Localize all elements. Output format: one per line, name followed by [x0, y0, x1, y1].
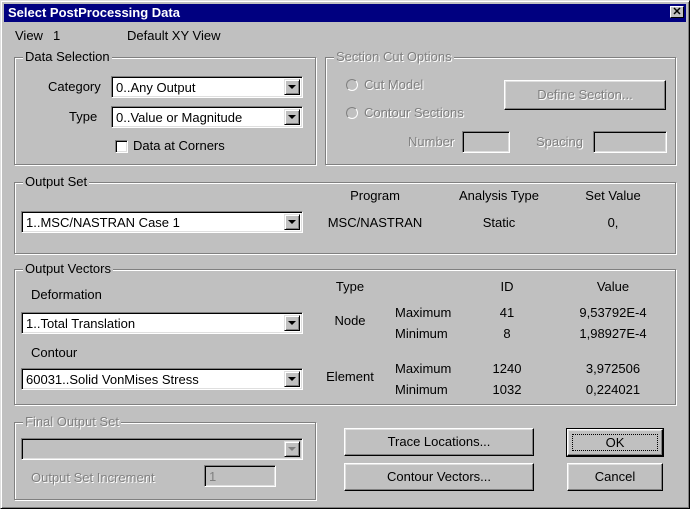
contour-vectors-button[interactable]: Contour Vectors...	[344, 463, 534, 491]
row-id: 1032	[492, 382, 522, 397]
window-title: Select PostProcessing Data	[8, 5, 180, 20]
define-section-button[interactable]: Define Section...	[504, 80, 666, 110]
analysis-type-value: Static	[482, 215, 516, 230]
contour-sections-label[interactable]: Contour Sections	[364, 105, 464, 120]
output-vectors-group: Output Vectors Deformation 1..Total Tran…	[14, 261, 676, 405]
final-output-set-label: Final Output Set	[23, 414, 121, 430]
id-header: ID	[500, 279, 514, 294]
chevron-down-icon[interactable]	[284, 441, 300, 457]
row-value: 3,972506	[585, 361, 641, 376]
output-set-value: 1..MSC/NASTRAN Case 1	[26, 215, 180, 230]
cut-model-label[interactable]: Cut Model	[364, 77, 423, 92]
output-set-increment-label: Output Set Increment	[31, 470, 155, 485]
row-id: 41	[499, 305, 515, 320]
data-selection-label: Data Selection	[23, 49, 112, 65]
category-value: 0..Any Output	[116, 80, 196, 95]
cancel-button[interactable]: Cancel	[567, 463, 663, 491]
category-label: Category	[48, 79, 101, 94]
spacing-field[interactable]	[593, 131, 667, 153]
trace-locations-button[interactable]: Trace Locations...	[344, 428, 534, 456]
final-output-set-select[interactable]	[21, 438, 303, 460]
chevron-down-icon[interactable]	[284, 371, 300, 387]
dialog-window: Select PostProcessing Data ✕ View 1 Defa…	[0, 0, 690, 509]
contour-label: Contour	[31, 345, 78, 360]
output-set-increment-field[interactable]: 1	[204, 465, 276, 487]
output-set-label: Output Set	[23, 174, 90, 190]
element-type: Element	[326, 369, 374, 384]
contour-sections-radio[interactable]	[346, 107, 358, 119]
node-type: Node	[334, 313, 366, 328]
contour-value: 60031..Solid VonMises Stress	[26, 372, 199, 387]
focus-ring	[572, 434, 658, 451]
row-kind: Maximum	[395, 305, 452, 320]
contour-select[interactable]: 60031..Solid VonMises Stress	[21, 368, 303, 390]
set-value-value: 0,	[607, 215, 619, 230]
category-select[interactable]: 0..Any Output	[111, 76, 303, 98]
section-cut-label: Section Cut Options	[334, 49, 454, 65]
view-number: 1	[53, 28, 61, 43]
chevron-down-icon[interactable]	[284, 79, 300, 95]
number-label: Number	[408, 134, 455, 149]
program-header: Program	[350, 188, 400, 203]
row-value: 0,224021	[585, 382, 641, 397]
spacing-label: Spacing	[536, 134, 583, 149]
row-value: 1,98927E-4	[579, 326, 647, 341]
row-kind: Minimum	[395, 382, 448, 397]
row-id: 8	[503, 326, 511, 341]
output-vectors-label: Output Vectors	[23, 261, 113, 277]
row-kind: Maximum	[395, 361, 452, 376]
section-cut-group: Section Cut Options Cut Model Contour Se…	[325, 49, 676, 165]
close-icon[interactable]: ✕	[670, 6, 684, 18]
chevron-down-icon[interactable]	[284, 315, 300, 331]
chevron-down-icon[interactable]	[284, 109, 300, 125]
deformation-value: 1..Total Translation	[26, 316, 136, 331]
type-value: 0..Value or Magnitude	[116, 110, 243, 125]
output-set-increment-value: 1	[209, 469, 217, 484]
type-select[interactable]: 0..Value or Magnitude	[111, 106, 303, 128]
analysis-type-header: Analysis Type	[459, 188, 539, 203]
deformation-label: Deformation	[31, 287, 102, 302]
type-header: Type	[335, 279, 365, 294]
number-field[interactable]	[462, 131, 510, 153]
program-value: MSC/NASTRAN	[327, 215, 423, 230]
output-set-group: Output Set 1..MSC/NASTRAN Case 1 Program…	[14, 174, 676, 254]
set-value-header: Set Value	[585, 188, 641, 203]
data-at-corners-label[interactable]: Data at Corners	[133, 138, 225, 153]
data-selection-group: Data Selection Category 0..Any Output Ty…	[14, 49, 316, 165]
title-bar[interactable]: Select PostProcessing Data ✕	[4, 4, 686, 22]
output-set-select[interactable]: 1..MSC/NASTRAN Case 1	[21, 211, 303, 233]
data-at-corners-checkbox[interactable]	[115, 140, 128, 153]
value-header: Value	[596, 279, 630, 294]
cut-model-radio[interactable]	[346, 79, 358, 91]
row-value: 9,53792E-4	[579, 305, 647, 320]
deformation-select[interactable]: 1..Total Translation	[21, 312, 303, 334]
chevron-down-icon[interactable]	[284, 214, 300, 230]
row-id: 1240	[492, 361, 522, 376]
ok-button[interactable]: OK	[566, 428, 664, 457]
type-label: Type	[69, 109, 98, 124]
final-output-set-group: Final Output Set Output Set Increment 1	[14, 414, 316, 500]
view-name: Default XY View	[127, 28, 221, 43]
row-kind: Minimum	[395, 326, 448, 341]
view-label: View	[15, 28, 43, 43]
